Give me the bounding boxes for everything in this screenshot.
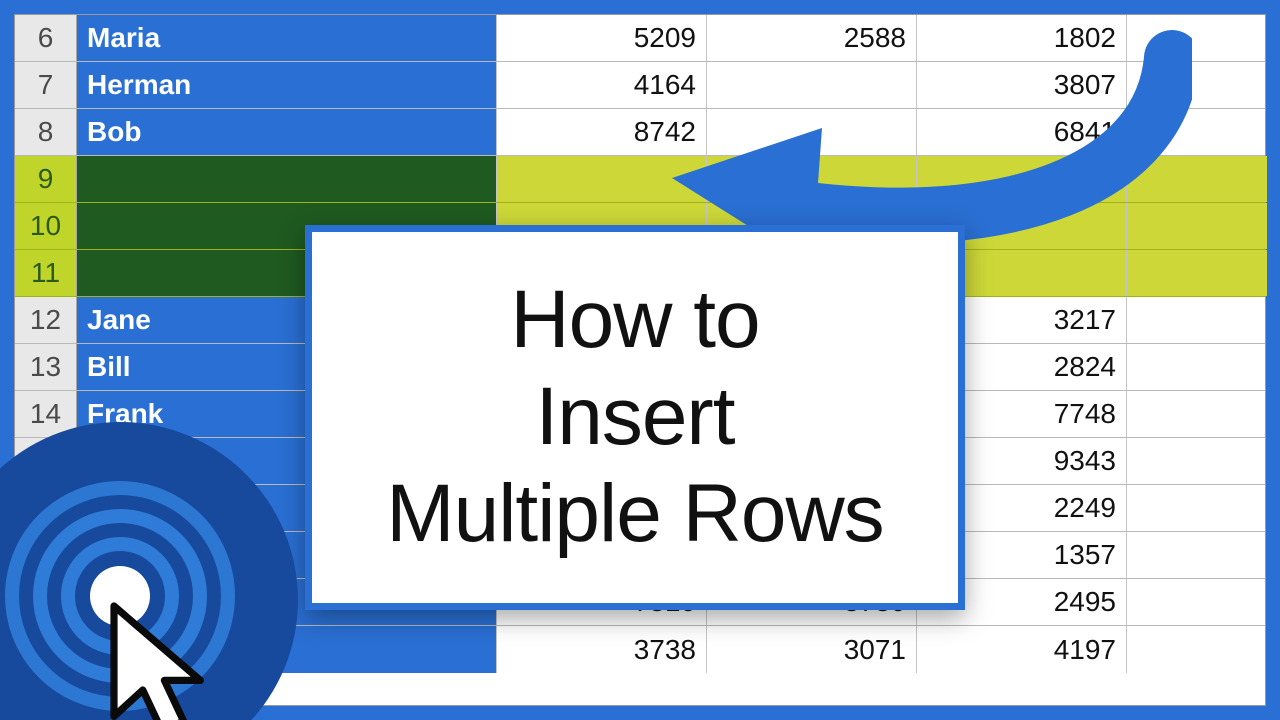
cell-name[interactable]: Herman <box>77 62 497 108</box>
cell-value[interactable] <box>707 156 917 202</box>
title-line-3: Multiple Rows <box>386 468 883 559</box>
cell-empty[interactable] <box>1127 15 1267 61</box>
cell-empty[interactable] <box>1127 156 1267 202</box>
cell-value[interactable]: 2588 <box>707 15 917 61</box>
row-header[interactable]: 8 <box>15 109 77 155</box>
cell-empty[interactable] <box>1127 579 1267 625</box>
row-header[interactable]: 13 <box>15 344 77 390</box>
cell-empty[interactable] <box>1127 391 1267 437</box>
cell-empty[interactable] <box>1127 109 1267 155</box>
cell-value[interactable]: 6841 <box>917 109 1127 155</box>
row-header[interactable]: 10 <box>15 203 77 249</box>
table-row[interactable]: 7Herman4164 3807 <box>15 62 1265 109</box>
cell-value[interactable]: 5209 <box>497 15 707 61</box>
row-header[interactable] <box>15 485 77 531</box>
cell-name[interactable]: Bob <box>77 109 497 155</box>
cell-name[interactable]: Maria <box>77 15 497 61</box>
row-header[interactable] <box>15 626 77 673</box>
title-text: How to Insert Multiple Rows <box>386 272 883 562</box>
cell-empty[interactable] <box>1127 626 1267 673</box>
title-card: How to Insert Multiple Rows <box>305 225 965 610</box>
cell-empty[interactable] <box>1127 62 1267 108</box>
cell-value[interactable]: 3807 <box>917 62 1127 108</box>
cell-empty[interactable] <box>1127 485 1267 531</box>
table-row[interactable]: 6Maria520925881802 <box>15 15 1265 62</box>
row-header[interactable] <box>15 579 77 625</box>
cell-empty[interactable] <box>1127 532 1267 578</box>
cell-empty[interactable] <box>1127 297 1267 343</box>
cell-value[interactable]: 8742 <box>497 109 707 155</box>
row-header[interactable] <box>15 532 77 578</box>
title-line-1: How to <box>510 274 759 365</box>
cell-name[interactable] <box>77 156 497 202</box>
cell-empty[interactable] <box>1127 344 1267 390</box>
cell-value[interactable] <box>707 62 917 108</box>
cell-value[interactable]: 4197 <box>917 626 1127 673</box>
cell-value[interactable]: 3071 <box>707 626 917 673</box>
title-line-2: Insert <box>535 371 734 462</box>
row-header[interactable] <box>15 438 77 484</box>
row-header[interactable]: 6 <box>15 15 77 61</box>
cell-value[interactable]: 1802 <box>917 15 1127 61</box>
cell-value[interactable]: 3738 <box>497 626 707 673</box>
cell-value[interactable] <box>497 156 707 202</box>
cell-empty[interactable] <box>1127 250 1267 296</box>
table-row[interactable]: 8Bob8742 6841 <box>15 109 1265 156</box>
row-header[interactable]: 11 <box>15 250 77 296</box>
row-header[interactable]: 9 <box>15 156 77 202</box>
cell-value[interactable]: 4164 <box>497 62 707 108</box>
inserted-row[interactable]: 9 <box>15 156 1265 203</box>
row-header[interactable]: 12 <box>15 297 77 343</box>
table-row[interactable]: 373830714197 <box>15 626 1265 673</box>
row-header[interactable]: 14 <box>15 391 77 437</box>
cell-value[interactable] <box>707 109 917 155</box>
cell-value[interactable] <box>917 156 1127 202</box>
cell-empty[interactable] <box>1127 438 1267 484</box>
cell-name[interactable] <box>77 626 497 673</box>
row-header[interactable]: 7 <box>15 62 77 108</box>
thumbnail-frame: 6Maria5209258818027Herman416438078Bob874… <box>0 0 1280 720</box>
cell-empty[interactable] <box>1127 203 1267 249</box>
